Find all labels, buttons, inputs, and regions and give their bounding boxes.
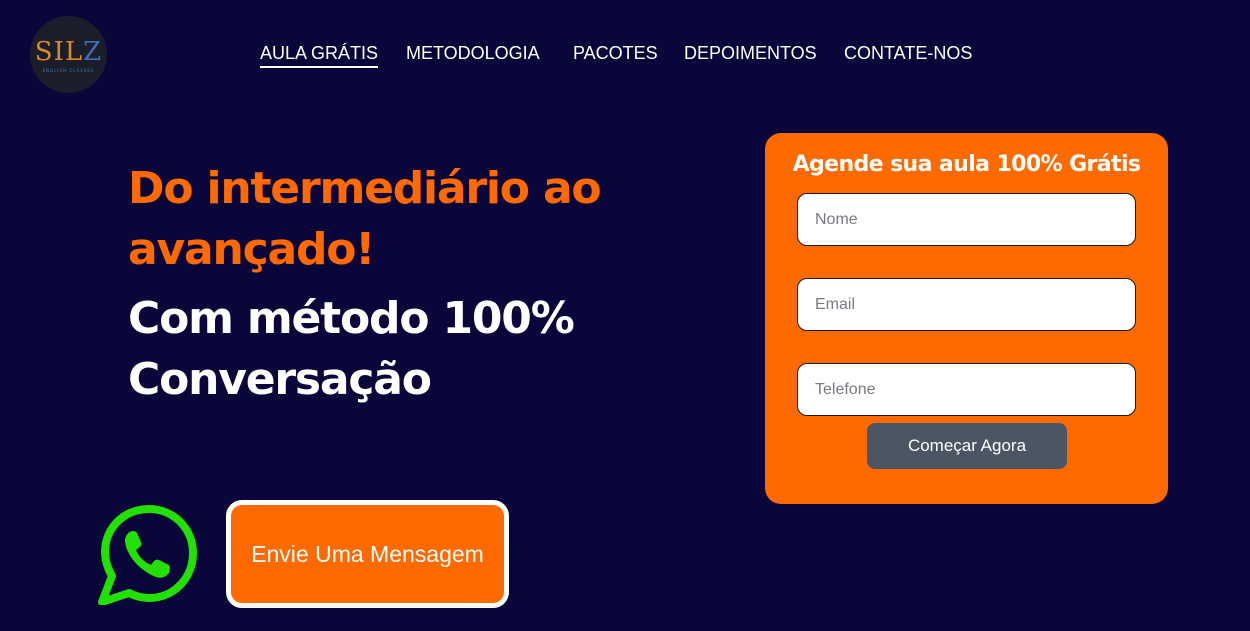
start-now-button[interactable]: Começar Agora — [867, 423, 1067, 469]
hero-headline-orange: Do intermediário ao avançado! — [128, 163, 602, 275]
form-title: Agende sua aula 100% Grátis — [792, 152, 1141, 177]
free-class-form: Agende sua aula 100% Grátis Começar Agor… — [765, 133, 1168, 504]
nav-item-aula-gratis[interactable]: AULA GRÁTIS — [260, 43, 379, 68]
logo[interactable]: SILZ ENGLISH CLASSES — [30, 16, 107, 93]
send-message-button[interactable]: Envie Uma Mensagem — [226, 500, 509, 608]
phone-field[interactable] — [797, 363, 1136, 416]
logo-subtitle: ENGLISH CLASSES — [42, 67, 95, 73]
logo-mark: SILZ — [34, 36, 103, 67]
nav-item-metodologia[interactable]: METODOLOGIA — [406, 43, 540, 64]
name-field[interactable] — [797, 193, 1136, 246]
nav-item-pacotes[interactable]: PACOTES — [573, 43, 658, 64]
whatsapp-icon[interactable] — [98, 503, 200, 605]
landing-page: SILZ ENGLISH CLASSES AULA GRÁTIS METODOL… — [0, 0, 1250, 631]
email-field[interactable] — [797, 278, 1136, 331]
nav-item-depoimentos[interactable]: DEPOIMENTOS — [684, 43, 817, 64]
nav-item-contate-nos[interactable]: CONTATE-NOS — [844, 43, 972, 64]
hero-headline-white: Com método 100% Conversação — [128, 293, 575, 405]
